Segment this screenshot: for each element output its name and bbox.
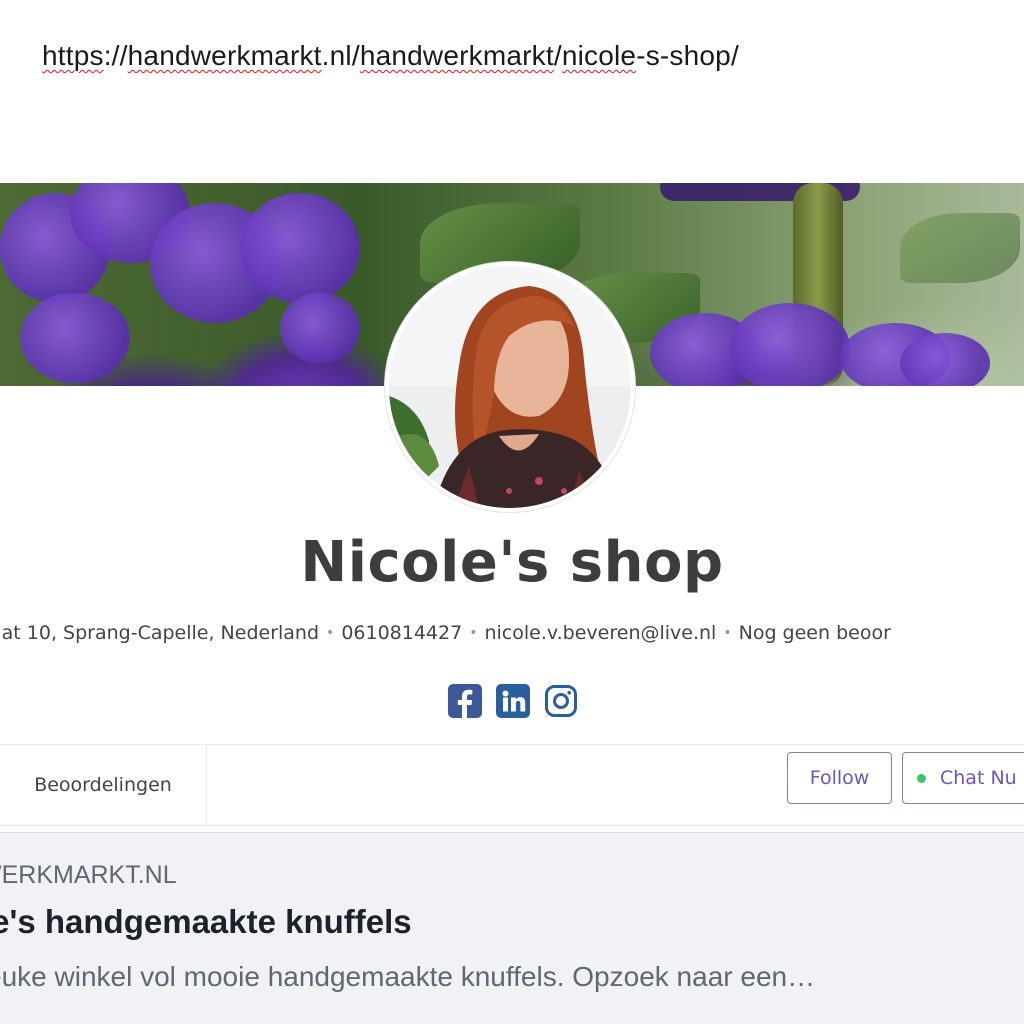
url-part-path: handwerkmarkt <box>359 40 554 71</box>
info-separator: • <box>326 625 335 641</box>
shop-title: Nicole's shop <box>300 530 724 595</box>
profile-photo-icon <box>389 266 631 508</box>
url-part-scheme: https <box>42 40 104 71</box>
url-part-slug: nicole <box>561 40 637 71</box>
url-part-slash: / <box>553 40 562 71</box>
preview-title: le's handgemaakte knuffels <box>0 903 412 940</box>
shop-tab-bar: Beoordelingen Follow Chat Nu <box>0 744 1024 826</box>
facebook-icon[interactable] <box>448 684 482 718</box>
preview-domain: WERKMARKT.NL <box>0 861 177 889</box>
follow-button[interactable]: Follow <box>787 752 892 804</box>
shop-rating: Nog geen beoor <box>738 622 891 644</box>
online-status-dot-icon <box>917 773 926 783</box>
chat-now-label: Chat Nu <box>940 767 1017 789</box>
url-part-tld: .nl/ <box>321 40 360 71</box>
chat-now-button[interactable]: Chat Nu <box>902 752 1024 804</box>
profile-avatar[interactable] <box>389 266 631 508</box>
info-separator: • <box>469 625 478 641</box>
url-text[interactable]: https://handwerkmarkt.nl/handwerkmarkt/n… <box>42 40 739 72</box>
shop-info-line: aat 10, Sprang-Capelle, Nederland • 061081… <box>0 622 891 644</box>
url-part-domain: handwerkmarkt <box>127 40 322 71</box>
screenshot-page: https://handwerkmarkt.nl/handwerkmarkt/n… <box>0 0 1024 1024</box>
url-part-sep: :// <box>103 40 128 71</box>
shop-email[interactable]: nicole.v.beveren@live.nl <box>484 622 716 644</box>
shop-address: aat 10, Sprang-Capelle, Nederland <box>0 622 320 644</box>
url-part-rest: -s-shop/ <box>636 40 739 71</box>
tab-reviews[interactable]: Beoordelingen <box>0 745 207 825</box>
preview-description: euke winkel vol mooie handgemaakte knuff… <box>0 961 816 992</box>
info-separator: • <box>723 625 732 641</box>
link-preview-card[interactable]: WERKMARKT.NL le's handgemaakte knuffels … <box>0 832 1024 1024</box>
shop-phone[interactable]: 0610814427 <box>341 622 462 644</box>
instagram-icon[interactable] <box>544 684 578 718</box>
linkedin-icon[interactable] <box>496 684 530 718</box>
social-links <box>448 684 578 718</box>
